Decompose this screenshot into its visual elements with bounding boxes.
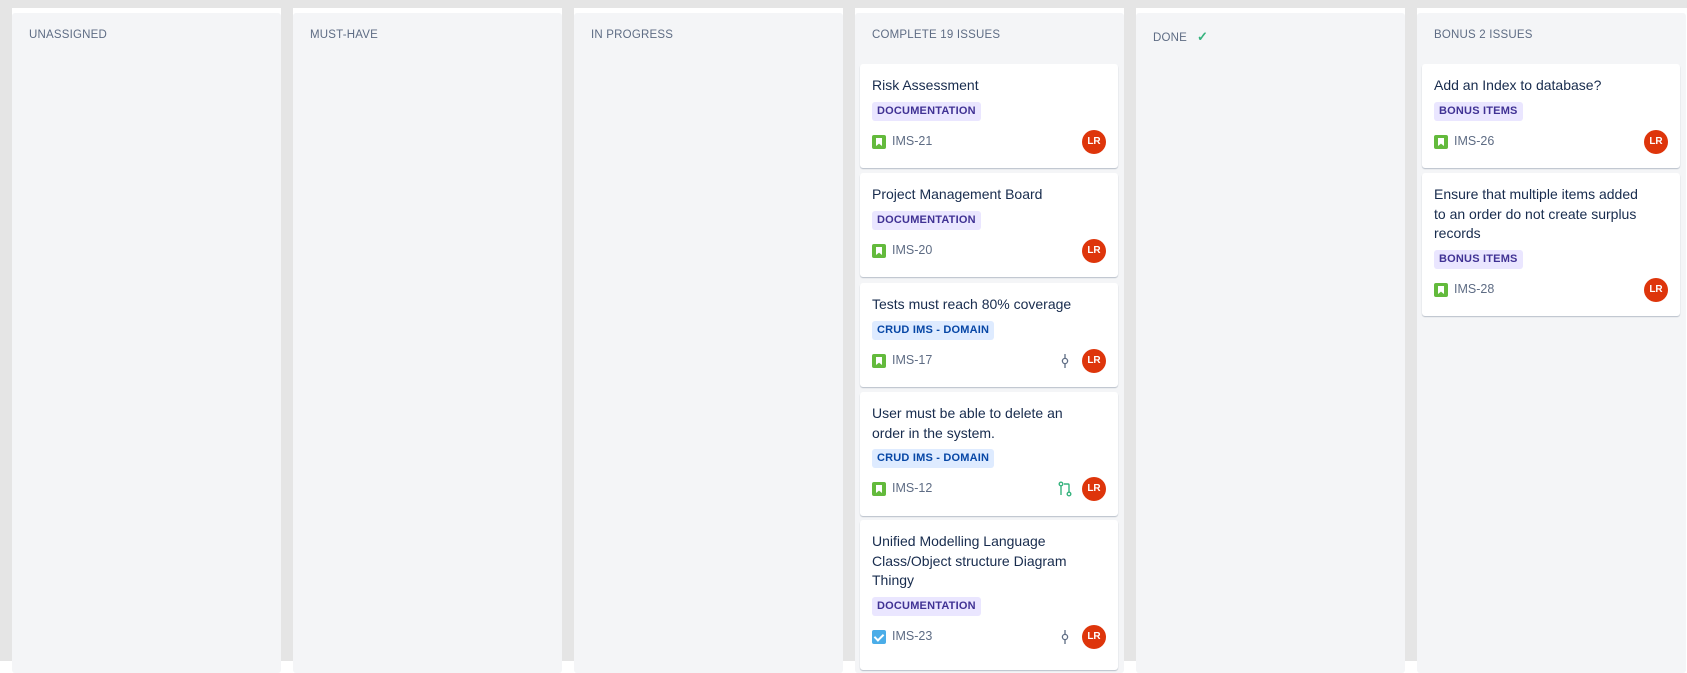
issue-key[interactable]: IMS-23	[892, 629, 932, 643]
issue-card[interactable]: Tests must reach 80% coverage CRUD IMS -…	[860, 283, 1118, 387]
issue-key[interactable]: IMS-28	[1454, 282, 1494, 296]
assignee-avatar[interactable]: LR	[1082, 477, 1106, 501]
issue-key[interactable]: IMS-21	[892, 134, 932, 148]
issue-key[interactable]: IMS-20	[892, 243, 932, 257]
column-divider	[281, 8, 293, 661]
card-title: Ensure that multiple items added to an o…	[1434, 186, 1638, 241]
pull-request-icon[interactable]	[1058, 481, 1072, 497]
commit-icon[interactable]	[1058, 629, 1072, 645]
card-title: Risk Assessment	[872, 77, 979, 93]
column-bonus: BONUS 2 ISSUES Add an Index to database?…	[1417, 13, 1686, 673]
card-footer: IMS-28 LR	[1434, 278, 1668, 302]
card-footer: IMS-12 LR	[872, 477, 1106, 501]
issue-card[interactable]: Unified Modelling Language Class/Object …	[860, 520, 1118, 670]
story-icon	[872, 135, 886, 149]
card-title: Project Management Board	[872, 186, 1043, 202]
column-header: COMPLETE 19 ISSUES	[872, 29, 1001, 41]
issue-card[interactable]: Project Management Board DOCUMENTATION I…	[860, 173, 1118, 277]
column-divider	[562, 8, 574, 661]
issue-key[interactable]: IMS-17	[892, 353, 932, 367]
issue-card[interactable]: Ensure that multiple items added to an o…	[1422, 173, 1680, 316]
assignee-avatar[interactable]: LR	[1644, 130, 1668, 154]
card-title: User must be able to delete an order in …	[872, 405, 1063, 441]
column-header: DONE ✓	[1153, 29, 1208, 45]
assignee-avatar[interactable]: LR	[1082, 130, 1106, 154]
story-icon	[872, 244, 886, 258]
assignee-avatar[interactable]: LR	[1644, 278, 1668, 302]
column-header: MUST-HAVE	[310, 29, 379, 41]
epic-label: CRUD IMS - DOMAIN	[872, 321, 995, 340]
card-title: Unified Modelling Language Class/Object …	[872, 533, 1067, 588]
left-gutter	[0, 0, 12, 661]
epic-label: DOCUMENTATION	[872, 211, 981, 230]
column-divider	[843, 8, 855, 661]
column-must-have: MUST-HAVE	[293, 13, 562, 673]
story-icon	[872, 354, 886, 368]
epic-label: CRUD IMS - DOMAIN	[872, 449, 995, 468]
column-divider	[1124, 8, 1136, 661]
column-header: BONUS 2 ISSUES	[1434, 29, 1533, 41]
column-title: DONE	[1153, 32, 1188, 44]
epic-label: DOCUMENTATION	[872, 102, 981, 121]
issue-card[interactable]: Add an Index to database? BONUS ITEMS IM…	[1422, 64, 1680, 168]
commit-icon[interactable]	[1058, 353, 1072, 369]
column-header: IN PROGRESS	[591, 29, 674, 41]
story-icon	[1434, 135, 1448, 149]
column-unassigned: UNASSIGNED	[12, 13, 281, 673]
card-title: Add an Index to database?	[1434, 77, 1602, 93]
assignee-avatar[interactable]: LR	[1082, 349, 1106, 373]
column-in-progress: IN PROGRESS	[574, 13, 843, 673]
story-icon	[872, 482, 886, 496]
card-footer: IMS-20 LR	[872, 239, 1106, 263]
column-header: UNASSIGNED	[29, 29, 108, 41]
epic-label: BONUS ITEMS	[1434, 250, 1523, 269]
issue-key[interactable]: IMS-12	[892, 481, 932, 495]
check-icon: ✓	[1197, 29, 1209, 44]
epic-label: DOCUMENTATION	[872, 597, 981, 616]
card-footer: IMS-26 LR	[1434, 130, 1668, 154]
assignee-avatar[interactable]: LR	[1082, 239, 1106, 263]
issue-card[interactable]: Risk Assessment DOCUMENTATION IMS-21 LR	[860, 64, 1118, 168]
story-icon	[1434, 283, 1448, 297]
card-title: Tests must reach 80% coverage	[872, 296, 1072, 312]
epic-label: BONUS ITEMS	[1434, 102, 1523, 121]
top-bar	[0, 0, 1687, 8]
column-done: DONE ✓	[1136, 13, 1405, 673]
card-footer: IMS-17 LR	[872, 349, 1106, 373]
card-footer: IMS-21 LR	[872, 130, 1106, 154]
column-divider	[1405, 8, 1417, 661]
issue-card[interactable]: User must be able to delete an order in …	[860, 392, 1118, 516]
column-complete: COMPLETE 19 ISSUES Risk Assessment DOCUM…	[855, 13, 1124, 673]
card-footer: IMS-23 LR	[872, 625, 1106, 649]
task-icon	[872, 630, 886, 644]
issue-key[interactable]: IMS-26	[1454, 134, 1494, 148]
assignee-avatar[interactable]: LR	[1082, 625, 1106, 649]
